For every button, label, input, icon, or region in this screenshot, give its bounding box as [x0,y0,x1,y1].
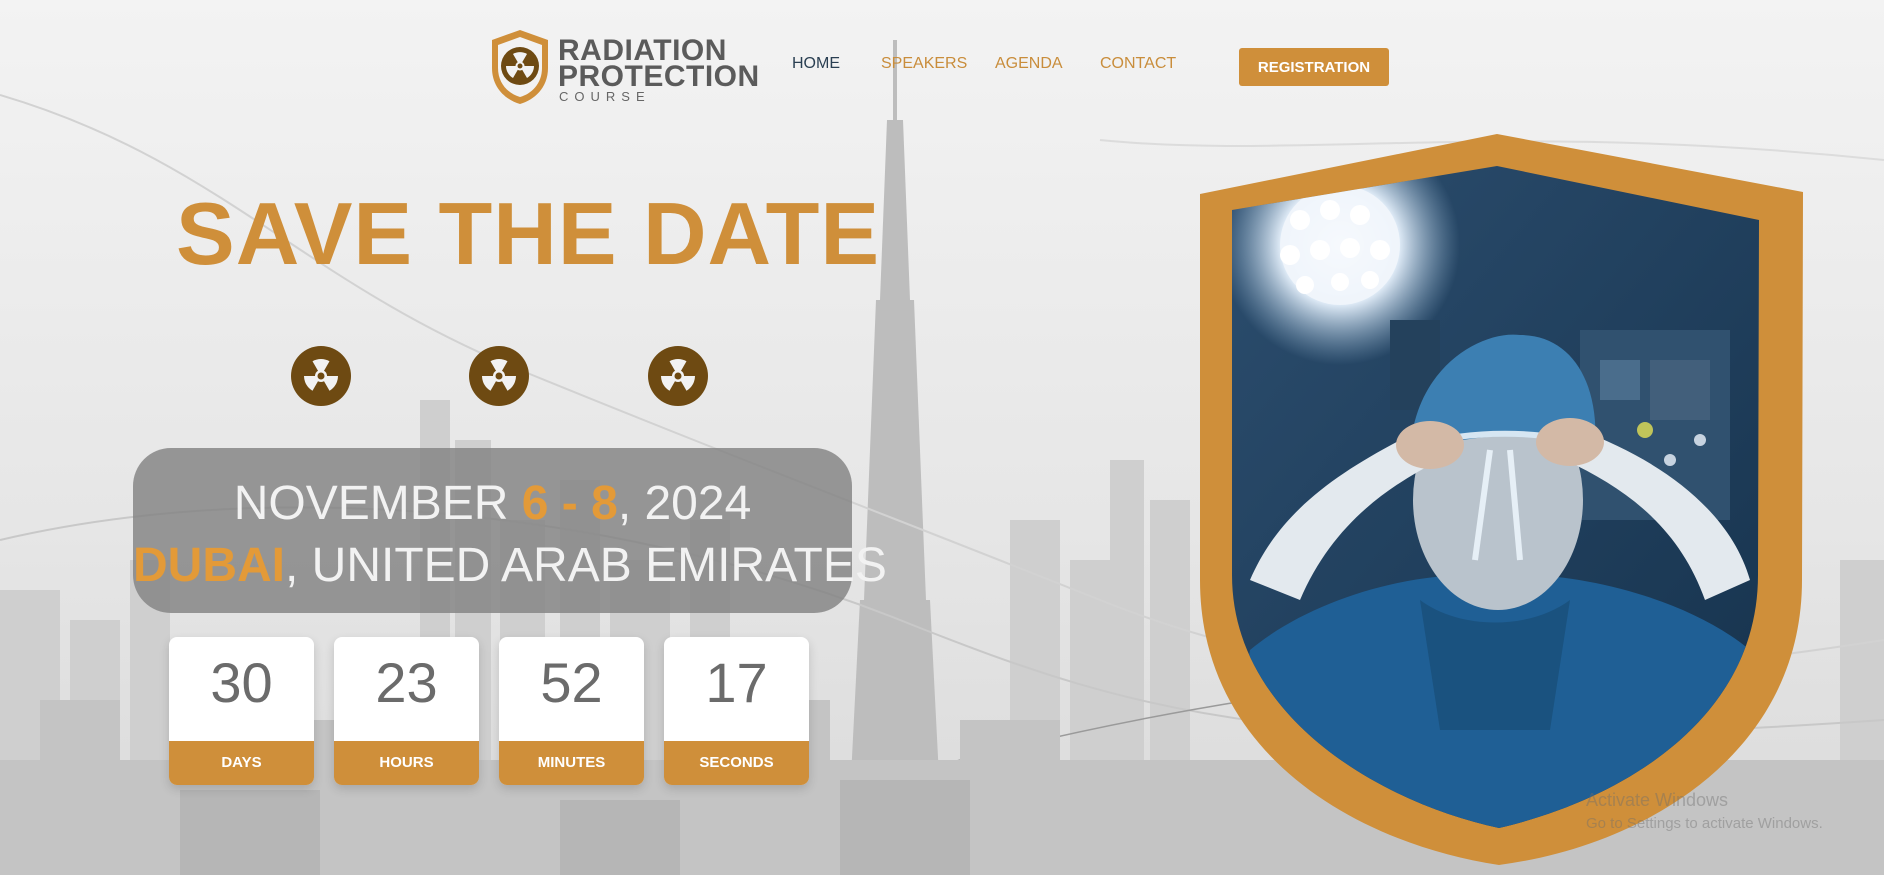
countdown-days: 30 DAYS [169,637,314,785]
event-location: DUBAI, UNITED ARAB EMIRATES [133,539,887,592]
site-header: RADIATION PROTECTION COURSE HOME SPEAKER… [0,0,1884,120]
nav-contact[interactable]: CONTACT [1100,56,1176,72]
date-days: 6 - 8 [521,477,618,530]
countdown-value: 17 [705,651,768,714]
location-city: DUBAI [133,539,285,592]
countdown-minutes: 52 MINUTES [499,637,644,785]
countdown-value: 52 [540,651,603,714]
activate-windows-watermark: Activate Windows [1586,790,1729,810]
countdown-seconds: 17 SECONDS [664,637,809,785]
event-date-box: NOVEMBER 6 - 8, 2024 DUBAI, UNITED ARAB … [133,448,887,613]
save-the-date-headline: SAVE THE DATE [176,184,881,283]
countdown-label: SECONDS [664,741,809,785]
countdown-label: HOURS [334,741,479,785]
shield-frame [1200,134,1803,865]
site-logo[interactable]: RADIATION PROTECTION COURSE [488,28,759,106]
radiation-icon [469,346,529,406]
countdown-label: MINUTES [499,741,644,785]
countdown-hours: 23 HOURS [334,637,479,785]
nav-agenda[interactable]: AGENDA [995,56,1063,72]
date-month: NOVEMBER [233,477,522,530]
date-year: , 2024 [617,477,752,530]
countdown-label: DAYS [169,741,314,785]
location-country: , UNITED ARAB EMIRATES [285,539,887,592]
logo-text-line2: PROTECTION [558,60,760,93]
logo-text-line3: COURSE [559,89,651,104]
radiation-icon [648,346,708,406]
nav-home[interactable]: HOME [792,56,840,72]
nav-speakers[interactable]: SPEAKERS [881,56,967,72]
registration-button[interactable]: REGISTRATION [1239,48,1389,86]
radiation-shield-icon [492,30,548,104]
countdown-value: 30 [210,651,273,714]
countdown-value: 23 [375,651,438,714]
activate-windows-watermark-subtext: Go to Settings to activate Windows. [1586,815,1823,832]
radiation-icon [291,346,351,406]
event-date: NOVEMBER 6 - 8, 2024 [133,480,852,528]
